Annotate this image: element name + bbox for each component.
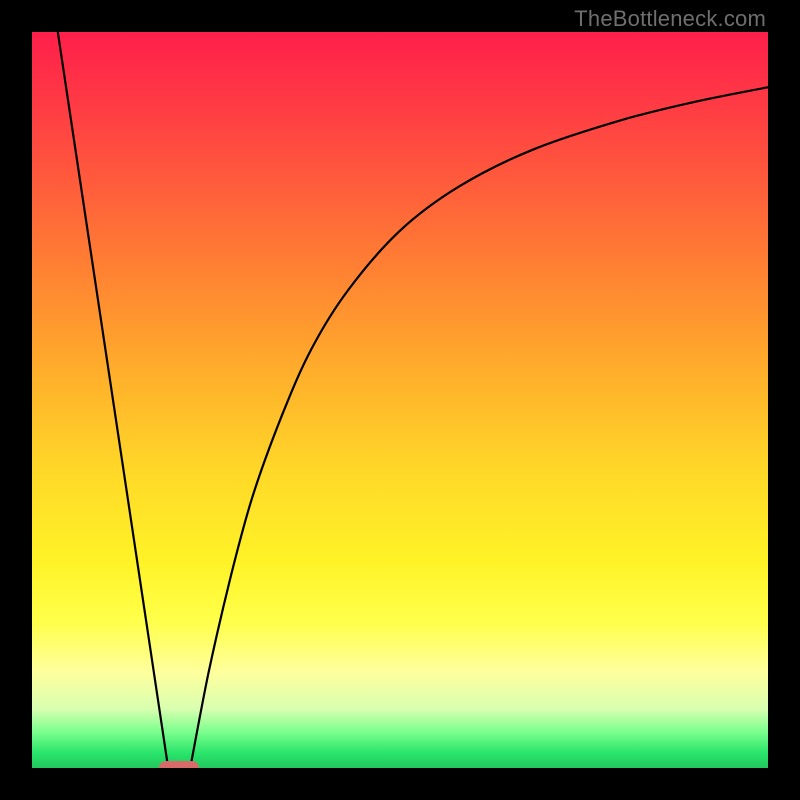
right-curve-path [190,87,768,768]
bottleneck-marker [159,761,199,768]
curve-layer [32,32,768,768]
plot-area [32,32,768,768]
left-leg-path [58,32,168,768]
chart-frame: TheBottleneck.com [0,0,800,800]
watermark-text: TheBottleneck.com [574,6,766,32]
